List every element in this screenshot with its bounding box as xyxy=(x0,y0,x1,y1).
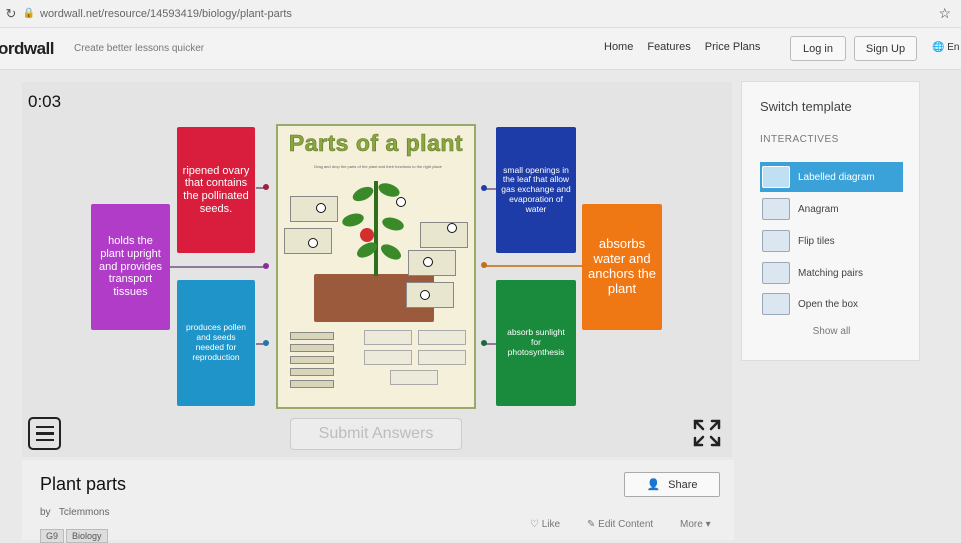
drop-target-dot[interactable] xyxy=(447,223,457,233)
leaf-illustration xyxy=(380,215,406,233)
template-flip-tiles[interactable]: Flip tiles xyxy=(760,226,903,256)
bookmark-star-icon[interactable]: ☆ xyxy=(938,5,951,22)
anagram-icon xyxy=(762,198,790,220)
edit-content-button[interactable]: ✎ Edit Content xyxy=(587,519,653,530)
tagline: Create better lessons quicker xyxy=(74,43,205,54)
signup-button[interactable]: Sign Up xyxy=(854,36,917,61)
drop-target-dot[interactable] xyxy=(316,203,326,213)
word-bank-box xyxy=(290,344,334,352)
function-text-box xyxy=(418,350,466,365)
labelled-diagram-icon xyxy=(762,166,790,188)
drop-target-dot[interactable] xyxy=(423,257,433,267)
heart-icon: ♡ xyxy=(530,519,539,530)
leaf-illustration xyxy=(378,241,404,263)
connector-dot xyxy=(481,185,487,191)
like-button[interactable]: ♡ Like xyxy=(530,519,560,530)
function-text-box xyxy=(364,350,412,365)
template-label: Open the box xyxy=(798,298,859,310)
tag-subject[interactable]: Biology xyxy=(66,529,108,543)
timer: 0:03 xyxy=(28,92,62,111)
label-card-ovary[interactable]: ripened ovary that contains the pollinat… xyxy=(177,127,255,253)
template-labelled-diagram[interactable]: Labelled diagram xyxy=(760,162,903,192)
drop-zone[interactable] xyxy=(406,282,454,308)
open-the-box-icon xyxy=(762,293,790,315)
reload-icon[interactable]: ↻ xyxy=(0,6,22,22)
tag-grade[interactable]: G9 xyxy=(40,529,65,543)
drop-target-dot[interactable] xyxy=(308,238,318,248)
leaf-illustration xyxy=(340,211,366,229)
connector-dot xyxy=(263,340,269,346)
leaf-illustration xyxy=(350,183,376,205)
switch-template-panel: Switch template INTERACTIVES Labelled di… xyxy=(741,81,920,361)
author-link[interactable]: Tclemmons xyxy=(59,507,110,518)
template-label: Anagram xyxy=(798,203,839,215)
edit-label: Edit Content xyxy=(598,519,654,530)
lock-icon: 🔒 xyxy=(22,8,36,19)
template-open-the-box[interactable]: Open the box xyxy=(760,289,903,319)
diagram-subtitle: Drag and drop the parts of the plant and… xyxy=(314,164,442,169)
matching-pairs-icon xyxy=(762,262,790,284)
author-line: by Tclemmons xyxy=(40,507,109,518)
nav-link-home[interactable]: Home xyxy=(604,41,633,53)
nav-link-features[interactable]: Features xyxy=(647,41,690,53)
activity-title: Plant parts xyxy=(40,474,127,494)
template-label: Labelled diagram xyxy=(798,171,875,183)
template-label: Matching pairs xyxy=(798,267,864,279)
fullscreen-icon[interactable] xyxy=(692,418,722,448)
like-label: Like xyxy=(541,519,561,530)
plant-stem-illustration xyxy=(374,181,378,276)
chevron-down-icon: ▾ xyxy=(705,519,711,530)
share-label: Share xyxy=(668,478,698,491)
more-button[interactable]: More ▾ xyxy=(680,519,711,530)
switch-template-title: Switch template xyxy=(760,99,852,114)
interactives-heading: INTERACTIVES xyxy=(760,134,839,145)
word-bank-box xyxy=(290,368,334,376)
word-bank-box xyxy=(290,380,334,388)
drop-target-dot[interactable] xyxy=(396,197,406,207)
nav-links: Home Features Price Plans xyxy=(604,41,760,53)
connector-dot xyxy=(481,340,487,346)
word-bank-box xyxy=(290,356,334,364)
function-text-box xyxy=(364,330,412,345)
url-text[interactable]: wordwall.net/resource/14593419/biology/p… xyxy=(40,8,292,20)
function-text-box xyxy=(418,330,466,345)
function-text-box xyxy=(390,370,438,385)
template-matching-pairs[interactable]: Matching pairs xyxy=(760,258,903,288)
label-card-stomata[interactable]: small openings in the leaf that allow ga… xyxy=(496,127,576,253)
pencil-icon: ✎ xyxy=(587,519,596,530)
by-label: by xyxy=(40,507,51,518)
fruit-illustration xyxy=(360,228,374,242)
browser-url-bar: ↻ 🔒 wordwall.net/resource/14593419/biolo… xyxy=(0,0,961,28)
connector xyxy=(170,266,268,268)
drop-zone[interactable] xyxy=(290,196,338,222)
submit-answers-button[interactable]: Submit Answers xyxy=(290,418,462,450)
plant-diagram: Parts of a plant Drag and drop the parts… xyxy=(276,124,476,409)
word-bank-box xyxy=(290,332,334,340)
site-header: ordwall Create better lessons quicker Ho… xyxy=(0,28,961,70)
template-label: Flip tiles xyxy=(798,235,835,247)
more-label: More xyxy=(680,519,703,530)
label-card-roots[interactable]: absorbs water and anchors the plant xyxy=(582,204,662,330)
template-anagram[interactable]: Anagram xyxy=(760,194,903,224)
share-button[interactable]: 👤 Share xyxy=(624,472,720,497)
drop-target-dot[interactable] xyxy=(420,290,430,300)
label-card-flower[interactable]: produces pollen and seeds needed for rep… xyxy=(177,280,255,406)
diagram-title: Parts of a plant xyxy=(288,130,464,157)
connector-dot xyxy=(263,263,269,269)
language-label: En xyxy=(947,42,960,53)
connector xyxy=(484,265,582,267)
nav-link-price-plans[interactable]: Price Plans xyxy=(705,41,761,53)
show-all-link[interactable]: Show all xyxy=(742,326,921,337)
wordwall-logo[interactable]: ordwall xyxy=(0,39,55,59)
menu-icon[interactable] xyxy=(28,417,61,450)
label-card-stem[interactable]: holds the plant upright and provides tra… xyxy=(91,204,170,330)
connector-dot xyxy=(481,262,487,268)
login-button[interactable]: Log in xyxy=(790,36,846,61)
connector-dot xyxy=(263,184,269,190)
drop-zone[interactable] xyxy=(420,222,468,248)
flip-tiles-icon xyxy=(762,230,790,252)
person-icon: 👤 xyxy=(646,479,661,491)
language-selector[interactable]: 🌐 En xyxy=(932,42,959,53)
label-card-leaf[interactable]: absorb sunlight for photosynthesis xyxy=(496,280,576,406)
